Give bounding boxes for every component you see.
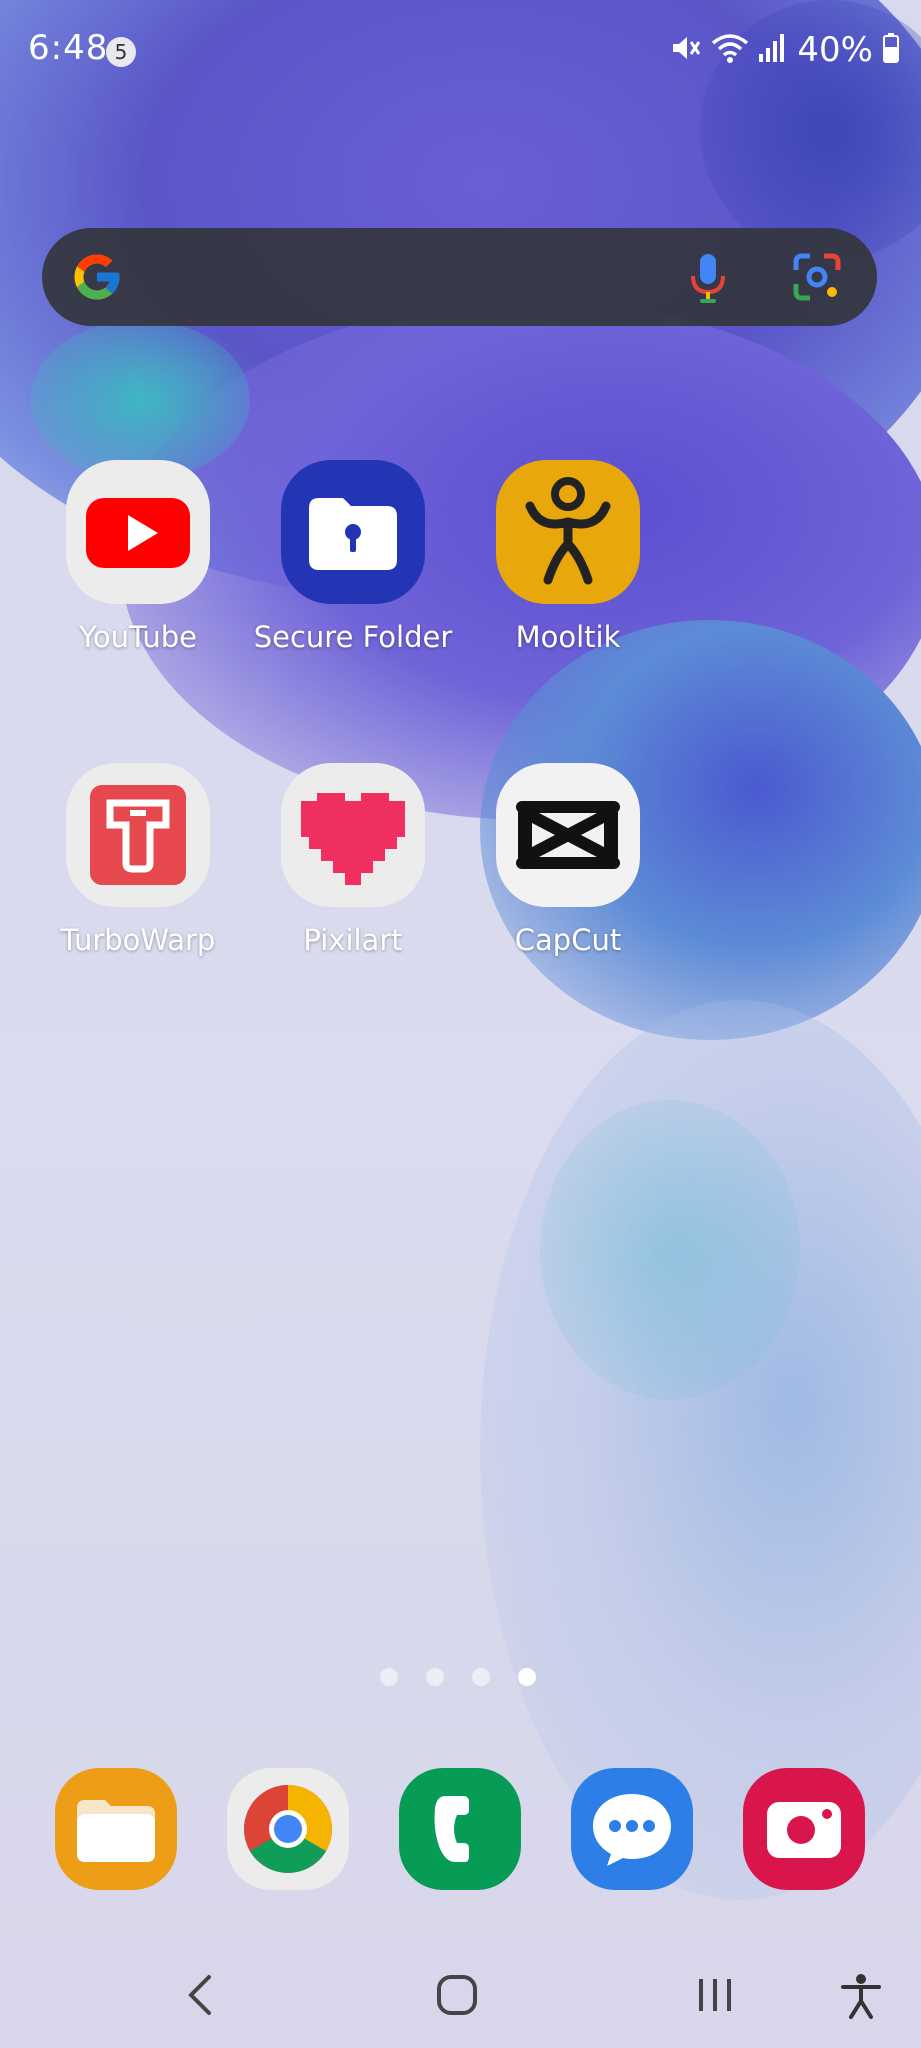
wifi-icon bbox=[711, 32, 749, 68]
app-label: TurboWarp bbox=[60, 923, 216, 957]
page-indicator[interactable] bbox=[380, 1668, 536, 1686]
home-button[interactable] bbox=[422, 1960, 492, 2030]
home-icon bbox=[437, 1975, 477, 2015]
app-pixilart[interactable]: Pixilart bbox=[253, 763, 453, 957]
youtube-icon bbox=[66, 460, 210, 604]
camera-icon[interactable] bbox=[743, 1768, 865, 1890]
app-label: YouTube bbox=[79, 620, 197, 654]
app-youtube[interactable]: YouTube bbox=[38, 460, 238, 654]
navigation-bar bbox=[0, 1940, 921, 2048]
recents-button[interactable] bbox=[680, 1960, 750, 2030]
my-files-icon[interactable] bbox=[55, 1768, 177, 1890]
notification-count-badge: 5 bbox=[106, 37, 136, 67]
phone-icon[interactable] bbox=[399, 1768, 521, 1890]
back-button[interactable] bbox=[166, 1960, 236, 2030]
accessibility-icon bbox=[841, 1974, 881, 2019]
battery-icon bbox=[883, 33, 899, 67]
app-label: CapCut bbox=[514, 923, 622, 957]
status-time: 6:48 bbox=[28, 28, 109, 68]
secure-folder-icon bbox=[281, 460, 425, 604]
mooltik-icon bbox=[496, 460, 640, 604]
page-dot[interactable] bbox=[472, 1668, 490, 1686]
page-dot-active[interactable] bbox=[518, 1668, 536, 1686]
turbowarp-icon bbox=[66, 763, 210, 907]
battery-percent: 40% bbox=[797, 30, 873, 70]
signal-icon bbox=[759, 32, 787, 68]
google-search-bar[interactable] bbox=[42, 228, 877, 326]
app-capcut[interactable]: CapCut bbox=[468, 763, 668, 957]
page-dot[interactable] bbox=[380, 1668, 398, 1686]
app-label: Mooltik bbox=[515, 620, 621, 654]
back-icon bbox=[188, 1975, 211, 2015]
microphone-icon[interactable] bbox=[688, 252, 728, 308]
status-bar: 6:48 5 40% bbox=[0, 0, 921, 100]
google-lens-icon[interactable] bbox=[790, 250, 844, 308]
messages-icon[interactable] bbox=[571, 1768, 693, 1890]
app-secure-folder[interactable]: Secure Folder bbox=[253, 460, 453, 654]
recents-icon bbox=[699, 1979, 731, 2011]
capcut-icon bbox=[496, 763, 640, 907]
accessibility-button[interactable] bbox=[826, 1960, 896, 2030]
app-label: Secure Folder bbox=[253, 620, 453, 654]
page-dot[interactable] bbox=[426, 1668, 444, 1686]
pixilart-icon bbox=[281, 763, 425, 907]
app-turbowarp[interactable]: TurboWarp bbox=[38, 763, 238, 957]
app-label: Pixilart bbox=[303, 923, 403, 957]
chrome-icon[interactable] bbox=[227, 1768, 349, 1890]
app-mooltik[interactable]: Mooltik bbox=[468, 460, 668, 654]
google-g-icon bbox=[70, 250, 124, 308]
mute-icon bbox=[669, 32, 701, 68]
